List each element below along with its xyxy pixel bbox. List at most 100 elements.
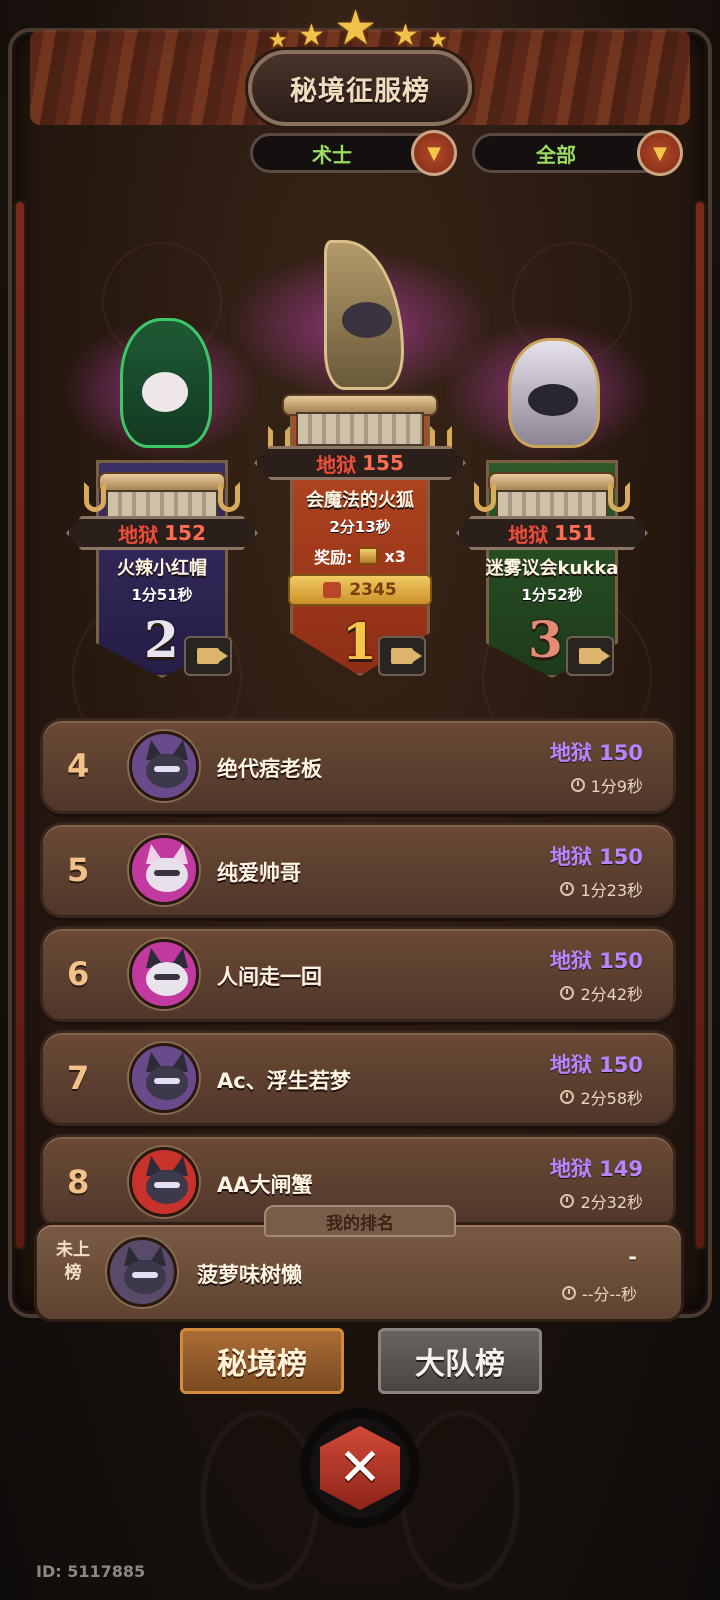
row-rank: 6 (67, 955, 90, 993)
clock-icon (570, 778, 585, 792)
pedestal-column (296, 412, 424, 446)
reward-label: 奖励: (314, 548, 353, 567)
row-time-value: 1分9秒 (590, 777, 643, 796)
right-rail (694, 200, 706, 1250)
row-rank: 5 (67, 851, 90, 889)
level-value: 151 (554, 521, 596, 545)
level-label: 地狱 (118, 522, 159, 547)
tab-team[interactable]: 大队榜 (378, 1328, 542, 1394)
clock-icon (560, 1194, 575, 1208)
page-title: 秘境征服榜 (290, 75, 430, 107)
row-level: 地狱 150 (549, 845, 643, 869)
class-filter-dropdown[interactable]: 术士 ▼ (250, 130, 457, 176)
thumbs-up-icon (323, 582, 342, 598)
video-icon (391, 648, 422, 664)
scope-filter-value: 全部 (536, 142, 576, 167)
reward-count: x3 (384, 546, 406, 566)
player-name: 火辣小红帽 (117, 558, 207, 579)
row-rank: 8 (67, 1163, 90, 1201)
chest-icon (358, 547, 379, 565)
footer-ornament (200, 1410, 320, 1590)
hero-face (342, 302, 392, 338)
my-rank-tab-label: 我的排名 (264, 1205, 456, 1237)
list-item[interactable]: 7 Ac、浮生若梦 地狱 150 2分58秒 (40, 1030, 676, 1126)
video-icon (197, 648, 228, 664)
row-rank: 7 (67, 1059, 90, 1097)
footer-ornament (400, 1410, 520, 1590)
title-plaque: 秘境征服榜 (248, 50, 472, 126)
replay-video-button[interactable] (566, 636, 614, 676)
row-time: 2分32秒 (560, 1189, 643, 1213)
avatar (129, 1147, 199, 1217)
avatar (129, 731, 199, 801)
clock-icon (560, 1090, 575, 1104)
player-time: 1分51秒 (131, 586, 193, 604)
list-item[interactable]: 5 纯爱帅哥 地狱 150 1分23秒 (40, 822, 676, 918)
avatar-eyes (154, 766, 180, 772)
level-value: 155 (362, 451, 404, 475)
podium-rank-1[interactable]: 地狱 155 会魔法的火狐 2分13秒 奖励: x3 2345 1 (226, 240, 494, 690)
row-time: 1分9秒 (570, 773, 643, 797)
player-name: 迷雾议会kukka (485, 558, 619, 579)
list-item[interactable]: 4 绝代痞老板 地狱 150 1分9秒 (40, 718, 676, 814)
pedestal-horn (608, 482, 630, 512)
row-time: 2分58秒 (560, 1085, 643, 1109)
row-time-value: 2分42秒 (580, 985, 643, 1004)
avatar-eyes (154, 870, 180, 876)
row-level: 地狱 150 (549, 1053, 643, 1077)
dropdown-arrow-icon[interactable]: ▼ (411, 130, 457, 176)
avatar (129, 939, 199, 1009)
row-name: 绝代痞老板 (217, 757, 322, 781)
my-rank-row[interactable]: 未上榜 菠萝味树懒 - --分--秒 (34, 1222, 684, 1322)
star-icon: ★ (298, 18, 325, 53)
my-name: 菠萝味树懒 (197, 1263, 302, 1287)
row-name: 纯爱帅哥 (217, 861, 301, 885)
replay-video-button[interactable] (184, 636, 232, 676)
level-value: 152 (164, 521, 206, 545)
row-time: 2分42秒 (560, 981, 643, 1005)
like-count: 2345 (349, 580, 397, 600)
star-icon: ★ (334, 0, 378, 56)
podium-rank-3[interactable]: 地狱 151 迷雾议会kukka 1分52秒 3 (442, 300, 652, 680)
row-time: 1分23秒 (560, 877, 643, 901)
list-item[interactable]: 6 人间走一回 地狱 150 2分42秒 (40, 926, 676, 1022)
tab-secret-realm[interactable]: 秘境榜 (180, 1328, 344, 1394)
row-time-value: 2分58秒 (580, 1089, 643, 1108)
my-level: - (628, 1245, 637, 1269)
user-id: ID: 5117885 (36, 1562, 146, 1581)
level-label: 地狱 (508, 522, 549, 547)
level-ribbon: 地狱 152 (66, 516, 258, 550)
player-time: 1分52秒 (521, 586, 583, 604)
clock-icon (561, 1286, 576, 1300)
row-level: 地狱 149 (549, 1157, 643, 1181)
avatar-eyes (132, 1272, 158, 1278)
pedestal-horn (218, 482, 240, 512)
podium-rank-2[interactable]: 地狱 152 火辣小红帽 1分51秒 2 (62, 300, 262, 680)
my-time-value: --分--秒 (581, 1285, 637, 1304)
avatar (129, 835, 199, 905)
player-time: 2分13秒 (329, 518, 391, 536)
row-time-value: 2分32秒 (580, 1193, 643, 1212)
avatar-eyes (154, 1078, 180, 1084)
row-level: 地狱 150 (549, 741, 643, 765)
level-label: 地狱 (316, 452, 357, 477)
close-icon: ✕ (320, 1426, 400, 1510)
rank-number: 1 (342, 612, 377, 671)
avatar-eyes (154, 974, 180, 980)
hero-face (142, 372, 188, 412)
like-button[interactable]: 2345 (288, 574, 432, 606)
my-time: --分--秒 (561, 1281, 637, 1305)
avatar (107, 1237, 177, 1307)
row-name: AA大闸蟹 (217, 1173, 313, 1197)
level-ribbon: 地狱 155 (254, 446, 466, 480)
replay-video-button[interactable] (378, 636, 426, 676)
hero-face (528, 384, 578, 416)
clock-icon (560, 882, 575, 896)
clock-icon (560, 986, 575, 1000)
dropdown-arrow-icon[interactable]: ▼ (637, 130, 683, 176)
pedestal-horn (84, 482, 106, 512)
level-ribbon: 地狱 151 (456, 516, 648, 550)
left-rail (14, 200, 26, 1250)
close-button[interactable]: ✕ (310, 1418, 410, 1518)
scope-filter-dropdown[interactable]: 全部 ▼ (472, 130, 683, 176)
